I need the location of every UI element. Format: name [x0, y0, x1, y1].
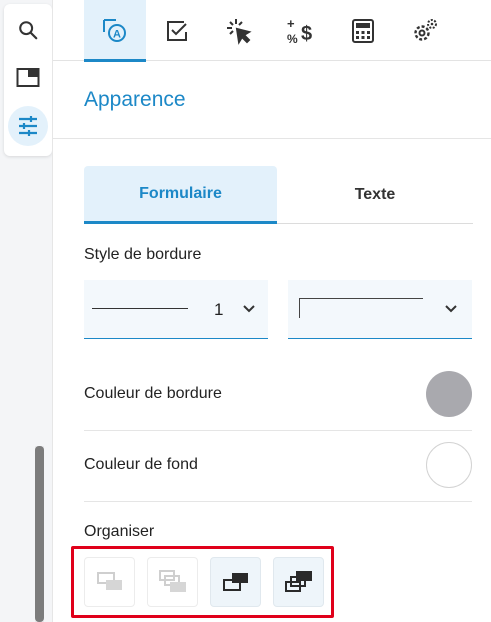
tab-appearance[interactable]: A [84, 0, 146, 62]
border-style-select[interactable] [288, 280, 472, 339]
appearance-icon: A [103, 18, 126, 42]
fill-color-label: Couleur de fond [84, 456, 198, 473]
svg-text:%: % [287, 32, 298, 46]
chevron-down-icon [445, 305, 457, 313]
tab-calculator[interactable] [332, 0, 394, 61]
svg-text:$: $ [301, 23, 312, 45]
scrollbar-thumb[interactable] [35, 446, 44, 622]
calculation-icon: +% $ [287, 16, 312, 46]
calculator-icon [352, 18, 374, 43]
send-backward-icon [96, 572, 122, 590]
fill-color-swatch[interactable] [426, 442, 472, 488]
divider [53, 138, 491, 139]
section-title: Apparence [84, 88, 186, 111]
send-backward-button[interactable] [84, 557, 135, 607]
bring-to-front-button[interactable] [273, 557, 324, 607]
chevron-down-icon [243, 305, 255, 313]
tab-text[interactable]: Texte [277, 166, 473, 224]
organize-label: Organiser [84, 523, 155, 540]
svg-text:A: A [113, 28, 121, 40]
send-to-back-button[interactable] [147, 557, 198, 607]
bring-forward-icon [222, 573, 248, 591]
checkbox-icon [167, 20, 187, 41]
tab-calculation[interactable]: +% $ [270, 0, 332, 61]
send-to-back-icon [158, 570, 186, 592]
border-style-label: Style de bordure [84, 246, 202, 263]
tab-bar: A +% $ [53, 0, 491, 62]
bring-to-front-icon [284, 571, 312, 592]
border-color-swatch[interactable] [426, 371, 472, 417]
left-toolbar [4, 4, 52, 156]
border-color-label: Couleur de bordure [84, 385, 222, 402]
border-width-select[interactable]: 1 [84, 280, 268, 339]
svg-text:+: + [287, 16, 295, 31]
search-button[interactable] [8, 10, 48, 50]
tab-settings[interactable] [394, 0, 456, 61]
bring-forward-button[interactable] [210, 557, 261, 607]
properties-button[interactable] [8, 106, 48, 146]
cursor-click-icon [227, 18, 252, 45]
border-width-value: 1 [214, 300, 224, 319]
properties-panel: A +% $ Apparence Formulaire Texte Style d… [52, 0, 491, 622]
panel-button[interactable] [8, 58, 48, 98]
search-icon [19, 21, 38, 40]
tab-form[interactable]: Formulaire [84, 166, 277, 224]
divider [84, 430, 472, 431]
tab-checkbox[interactable] [146, 0, 208, 61]
app-root: A +% $ Apparence Formulaire Texte Style d… [0, 0, 491, 622]
panel-icon [16, 68, 40, 87]
border-style-preview [299, 298, 423, 318]
settings-icon [414, 18, 437, 41]
tab-actions[interactable] [208, 0, 270, 61]
sliders-icon [19, 116, 37, 136]
divider [84, 501, 472, 502]
line-preview [92, 308, 188, 309]
